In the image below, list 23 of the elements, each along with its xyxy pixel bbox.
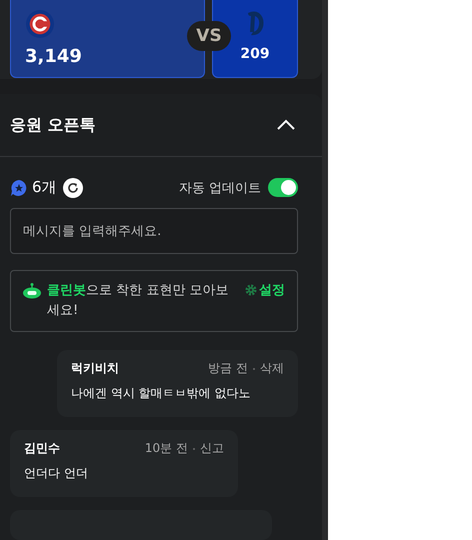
robot-icon [23, 283, 41, 299]
message-action-link[interactable]: 신고 [200, 440, 224, 457]
team-logo-icon [25, 10, 55, 38]
message-author: 김민수 [24, 440, 61, 457]
section-title: 응원 오픈톡 [10, 114, 96, 136]
team-score: 209 [240, 46, 270, 62]
settings-icon [245, 284, 257, 296]
message-action-link[interactable]: 삭제 [260, 360, 284, 377]
message-time: 방금 전 [208, 360, 248, 377]
notice-text: 클린봇으로 착한 표현만 모아보세요! [47, 282, 230, 320]
settings-link[interactable]: 설정 [245, 281, 285, 299]
chat-bubble-icon [10, 178, 28, 196]
refresh-icon[interactable] [62, 178, 83, 198]
message-text: 나에겐 역시 할매ㅌㅂ밖에 없다노 [71, 385, 252, 402]
message-count: 6개 [32, 178, 57, 197]
chevron-up-icon[interactable] [276, 119, 296, 131]
message-time: 10분 전 [144, 440, 188, 457]
auto-update-label: 자동 업데이트 [178, 180, 261, 196]
message-text: 언더다 언더 [24, 465, 89, 482]
message-input[interactable]: 메시지를 입력해주세요. [10, 208, 298, 254]
auto-update-toggle[interactable] [268, 178, 298, 197]
message-author: 럭키비치 [71, 360, 120, 377]
team-score: 3,149 [25, 46, 83, 67]
